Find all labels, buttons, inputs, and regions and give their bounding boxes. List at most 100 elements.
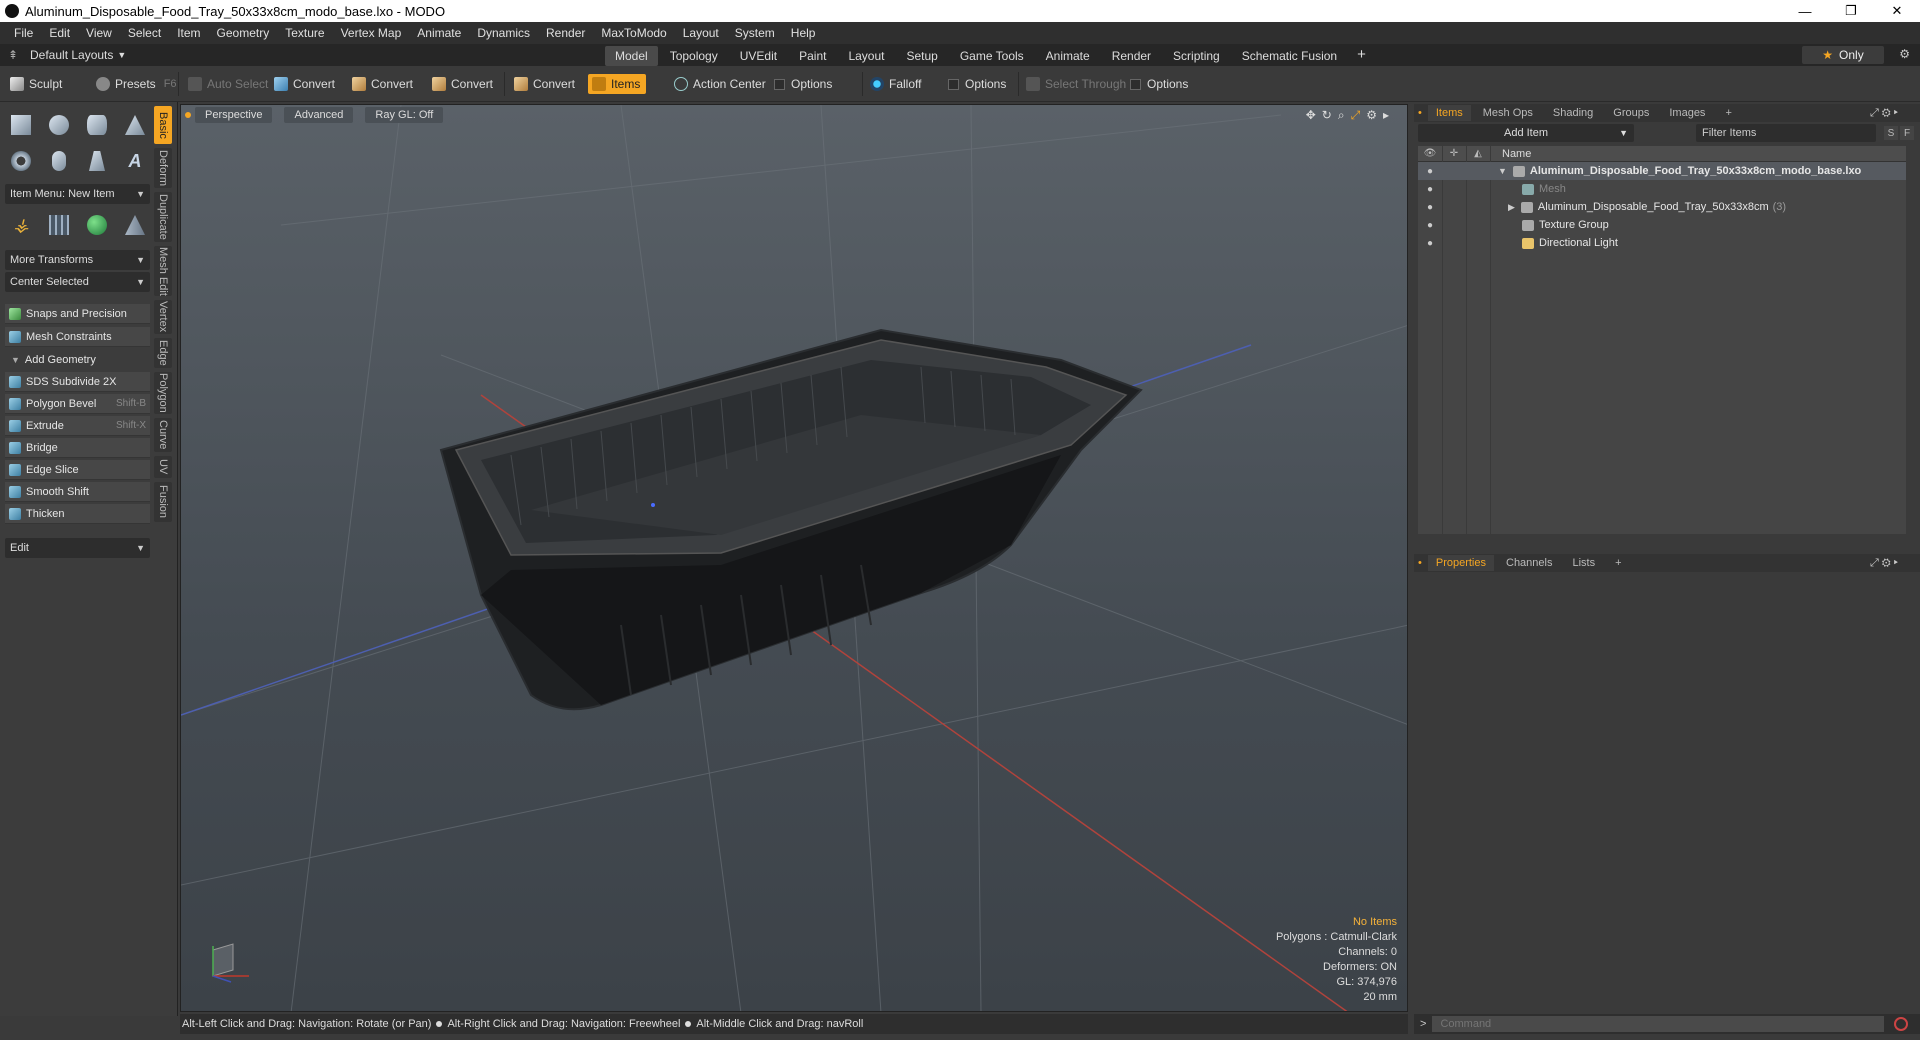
smooth-shift-button[interactable]: Smooth Shift [5, 482, 150, 502]
tab-properties[interactable]: Properties [1427, 555, 1494, 571]
menu-item[interactable]: Item [169, 26, 208, 40]
eye-icon[interactable]: ● [1418, 184, 1442, 195]
gear-icon[interactable]: ⚙ [1899, 47, 1910, 61]
list-item[interactable]: ● Texture Group [1418, 216, 1906, 234]
list-item[interactable]: ● Directional Light [1418, 234, 1906, 252]
vtab-duplicate[interactable]: Duplicate [154, 192, 172, 242]
eye-icon[interactable]: ● [1418, 166, 1442, 177]
capsule-icon[interactable] [44, 146, 74, 176]
expand-arrow-icon[interactable]: ▼ [1498, 166, 1507, 176]
close-button[interactable]: ✕ [1874, 0, 1920, 22]
sculpt-button[interactable]: Sculpt [6, 74, 62, 94]
items-mode-button[interactable]: Items [588, 74, 647, 94]
advanced-tab[interactable]: Advanced [284, 107, 354, 123]
tab-layout[interactable]: Layout [838, 46, 894, 66]
menu-file[interactable]: File [6, 26, 41, 40]
menu-vertex-map[interactable]: Vertex Map [333, 26, 410, 40]
falloff-button[interactable]: Falloff [866, 74, 921, 94]
command-input[interactable] [1432, 1016, 1885, 1032]
tab-groups[interactable]: Groups [1605, 105, 1657, 121]
options-button-3[interactable]: Options [1126, 74, 1188, 94]
vtab-vertex[interactable]: Vertex [154, 300, 172, 334]
thicken-button[interactable]: Thicken [5, 504, 150, 524]
zoom-icon[interactable]: ⌕ [1338, 108, 1345, 123]
cone-icon[interactable] [120, 110, 150, 140]
pan-icon[interactable]: ✥ [1306, 108, 1316, 123]
s-filter-button[interactable]: S [1884, 126, 1898, 140]
add-item-button[interactable]: Add Item ▼ [1418, 124, 1634, 142]
filter-items-input[interactable]: Filter Items [1696, 124, 1876, 142]
grid-mesh-icon[interactable] [44, 210, 74, 240]
vtab-basic[interactable]: Basic [154, 106, 172, 144]
tab-shading[interactable]: Shading [1545, 105, 1601, 121]
layout-select[interactable]: ⇞ Default Layouts ▼ [8, 48, 148, 62]
panel-options-icon[interactable]: ⤢ ⚙ ▸ [1862, 555, 1906, 572]
menu-texture[interactable]: Texture [277, 26, 332, 40]
convert-items-button[interactable]: Convert [510, 74, 575, 94]
restore-button[interactable]: ❐ [1828, 0, 1874, 22]
list-item[interactable]: ● Mesh [1418, 180, 1906, 198]
options-button-2[interactable]: Options [944, 74, 1006, 94]
vtab-edge[interactable]: Edge [154, 338, 172, 368]
only-toggle[interactable]: ★ Only [1802, 46, 1884, 64]
menu-geometry[interactable]: Geometry [209, 26, 278, 40]
vtab-curve[interactable]: Curve [154, 418, 172, 452]
item-menu-dropdown[interactable]: Item Menu: New Item ▼ [5, 184, 150, 204]
edit-dropdown[interactable]: Edit ▼ [5, 538, 150, 558]
record-icon[interactable] [1894, 1017, 1909, 1031]
menu-dynamics[interactable]: Dynamics [469, 26, 538, 40]
tab-scripting[interactable]: Scripting [1163, 46, 1230, 66]
tab-render[interactable]: Render [1102, 46, 1161, 66]
menu-animate[interactable]: Animate [409, 26, 469, 40]
menu-help[interactable]: Help [783, 26, 824, 40]
sds-subdivide-button[interactable]: SDS Subdivide 2X [5, 372, 150, 392]
tab-setup[interactable]: Setup [896, 46, 947, 66]
rotate-icon[interactable]: ↻ [1322, 108, 1332, 123]
options-button-1[interactable]: Options [770, 74, 832, 94]
auto-select-button[interactable]: Auto Select [184, 74, 268, 94]
menu-system[interactable]: System [727, 26, 783, 40]
panel-options-icon[interactable]: ⤢ ⚙ ▸ [1862, 105, 1906, 122]
select-through-button[interactable]: Select Through [1022, 74, 1126, 94]
tab-uvedit[interactable]: UVEdit [730, 46, 787, 66]
pyramid-icon[interactable] [120, 210, 150, 240]
globe-icon[interactable] [82, 210, 112, 240]
add-panel-tab-icon[interactable]: + [1717, 105, 1739, 121]
tab-items[interactable]: Items [1427, 105, 1471, 121]
eye-icon[interactable]: ● [1418, 202, 1442, 213]
tab-model[interactable]: Model [605, 46, 658, 66]
tab-schematic-fusion[interactable]: Schematic Fusion [1232, 46, 1347, 66]
center-selected-dropdown[interactable]: Center Selected ▼ [5, 272, 150, 292]
eye-icon[interactable]: ● [1418, 220, 1442, 231]
viewport-gear-icon[interactable]: ⚙ [1366, 108, 1377, 123]
tab-paint[interactable]: Paint [789, 46, 836, 66]
list-item[interactable]: ● ▶ Aluminum_Disposable_Food_Tray_50x33x… [1418, 198, 1906, 216]
convert-polygons-button[interactable]: Convert [428, 74, 493, 94]
torus-icon[interactable] [6, 146, 36, 176]
mesh-constraints-button[interactable]: Mesh Constraints [5, 327, 150, 347]
bridge-button[interactable]: Bridge [5, 438, 150, 458]
vtab-fusion[interactable]: Fusion [154, 482, 172, 522]
convert-vertices-button[interactable]: Convert [270, 74, 335, 94]
spotlight-icon[interactable] [82, 146, 112, 176]
vtab-mesh-edit[interactable]: Mesh Edit [154, 246, 172, 296]
3d-viewport[interactable]: Perspective Advanced Ray GL: Off ✥ ↻ ⌕ ⤢… [180, 104, 1408, 1012]
action-center-button[interactable]: Action Center [670, 74, 766, 94]
more-transforms-dropdown[interactable]: More Transforms ▼ [5, 250, 150, 270]
tab-images[interactable]: Images [1661, 105, 1713, 121]
tab-topology[interactable]: Topology [660, 46, 728, 66]
menu-layout[interactable]: Layout [675, 26, 727, 40]
menu-view[interactable]: View [78, 26, 120, 40]
add-tab-icon[interactable]: + [1349, 46, 1374, 66]
extrude-button[interactable]: Extrude Shift-X [5, 416, 150, 436]
polygon-bevel-button[interactable]: Polygon Bevel Shift-B [5, 394, 150, 414]
tab-animate[interactable]: Animate [1036, 46, 1100, 66]
text-icon[interactable]: A [120, 146, 150, 176]
maximize-icon[interactable]: ⤢ [1351, 108, 1361, 123]
cube-icon[interactable] [6, 110, 36, 140]
raygl-tab[interactable]: Ray GL: Off [365, 107, 444, 123]
eye-icon[interactable]: ● [1418, 238, 1442, 249]
vtab-deform[interactable]: Deform [154, 148, 172, 188]
presets-button[interactable]: Presets F6 [92, 74, 177, 94]
menu-select[interactable]: Select [120, 26, 169, 40]
